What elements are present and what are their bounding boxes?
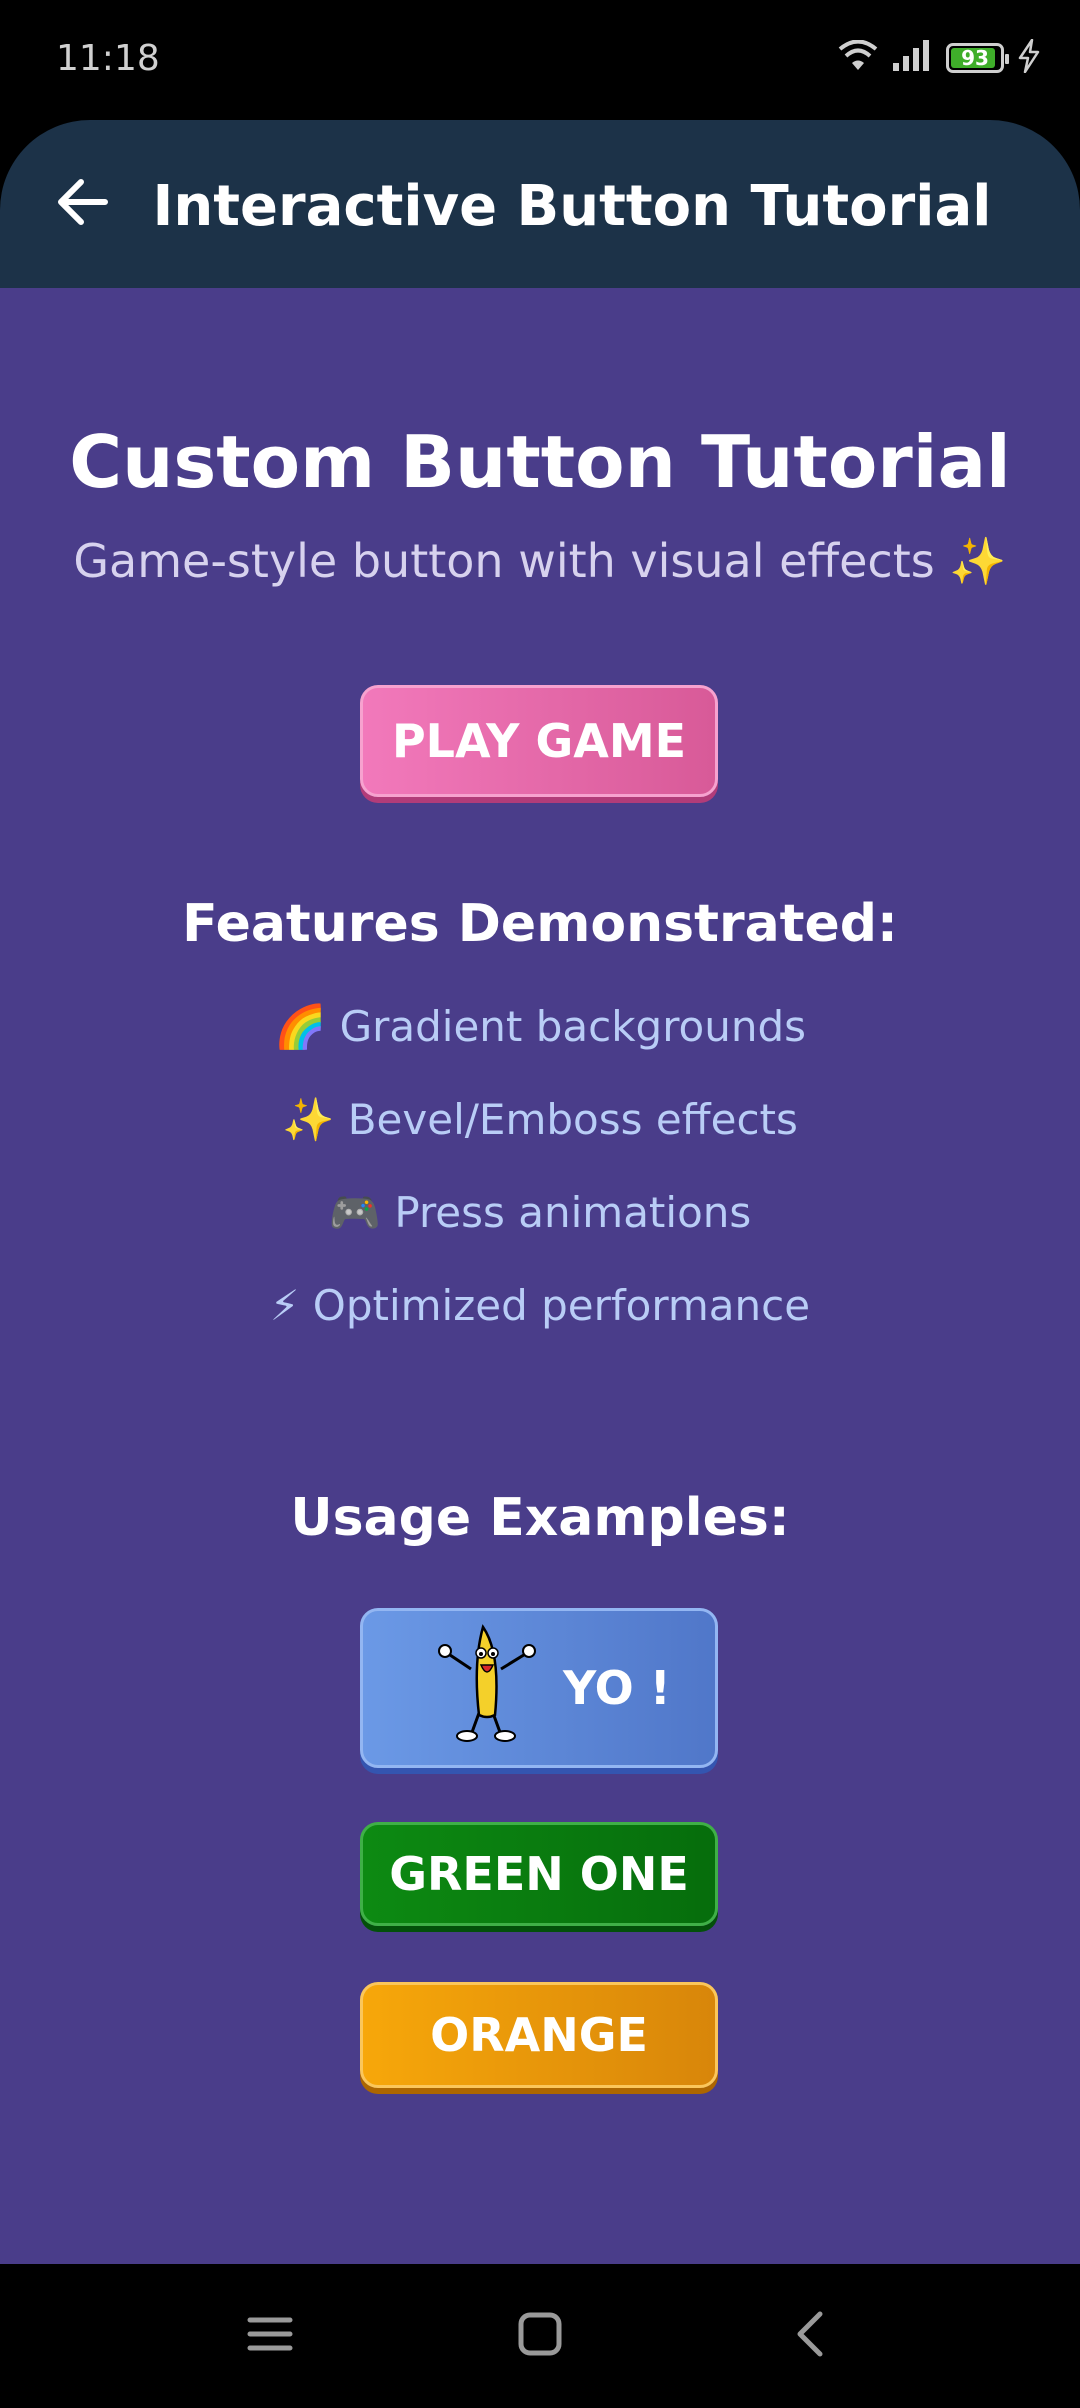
status-time: 11:18 [56,38,160,79]
status-icons: 93 [838,38,1040,78]
feature-item: 🎮 Press animations [328,1188,752,1237]
feature-item: ⚡ Optimized performance [269,1281,811,1330]
battery-icon: 93 [946,43,1009,73]
app-title: Interactive Button Tutorial [152,174,992,239]
usage-title: Usage Examples: [290,1488,790,1548]
play-game-button[interactable]: PLAY GAME [360,685,718,797]
main-content: Custom Button Tutorial Game-style button… [0,288,1080,2264]
feature-item: 🌈 Gradient backgrounds [273,1002,807,1051]
wifi-icon [838,39,878,76]
features-title: Features Demonstrated: [182,894,898,954]
page-subtitle: Game-style button with visual effects ✨ [73,534,1007,588]
status-bar: 11:18 93 [0,0,1080,120]
back-icon [792,2310,828,2362]
battery-level: 93 [961,46,989,70]
green-one-button[interactable]: GREEN ONE [360,1822,718,1926]
yo-button-label: YO ! [563,1661,671,1715]
back-nav-button[interactable] [780,2306,840,2366]
navigation-bar [0,2264,1080,2408]
charging-icon [1018,38,1040,77]
orange-button[interactable]: ORANGE [360,1982,718,2088]
menu-button[interactable] [240,2306,300,2366]
menu-icon [246,2314,294,2358]
yo-button[interactable]: YO ! [360,1608,718,1768]
feature-item: ✨ Bevel/Emboss effects [282,1095,798,1144]
home-icon [517,2311,563,2361]
home-button[interactable] [510,2306,570,2366]
dancing-banana-icon [433,1623,543,1754]
signal-icon [892,39,932,77]
page-title: Custom Button Tutorial [69,420,1011,504]
app-bar: Interactive Button Tutorial [0,120,1080,288]
